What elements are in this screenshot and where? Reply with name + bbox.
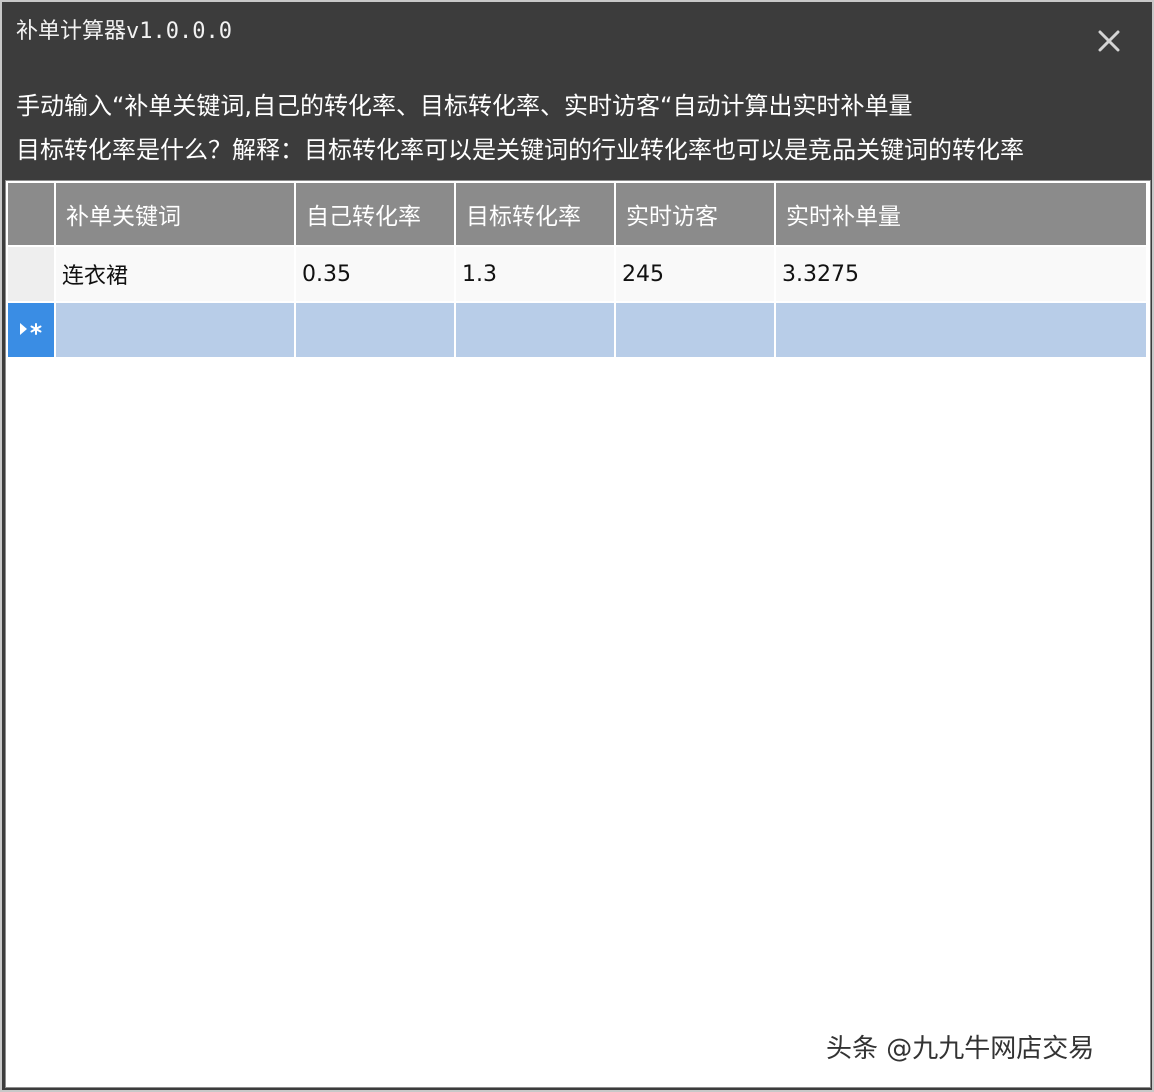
watermark: 头条 @九九牛网店交易 (826, 1034, 1095, 1064)
new-cell-visitors[interactable] (616, 303, 774, 357)
column-header-result[interactable]: 实时补单量 (776, 183, 1146, 245)
row-header-cell[interactable] (8, 247, 54, 301)
grid-table: 补单关键词 自己转化率 目标转化率 实时访客 实时补单量 连衣裙 0.35 1.… (6, 181, 1148, 359)
cell-result[interactable]: 3.3275 (776, 247, 1146, 301)
column-header-visitors[interactable]: 实时访客 (616, 183, 774, 245)
cell-keyword[interactable]: 连衣裙 (56, 247, 294, 301)
column-header-own-rate[interactable]: 自己转化率 (296, 183, 454, 245)
calculator-window: 补单计算器v1.0.0.0 手动输入“补单关键词,自己的转化率、目标转化率、实时… (0, 0, 1154, 1092)
new-row-header-cell[interactable] (8, 303, 54, 357)
corner-header-cell[interactable] (8, 183, 54, 245)
new-cell-target-rate[interactable] (456, 303, 614, 357)
new-row-indicator-icon (20, 322, 42, 335)
cell-visitors[interactable]: 245 (616, 247, 774, 301)
column-header-target-rate[interactable]: 目标转化率 (456, 183, 614, 245)
new-cell-own-rate[interactable] (296, 303, 454, 357)
instruction-line-1: 手动输入“补单关键词,自己的转化率、目标转化率、实时访客“自动计算出实时补单量 (16, 92, 913, 120)
new-row[interactable] (8, 303, 1146, 357)
window-title: 补单计算器v1.0.0.0 (16, 19, 232, 44)
cell-own-rate[interactable]: 0.35 (296, 247, 454, 301)
new-cell-keyword[interactable] (56, 303, 294, 357)
new-cell-result[interactable] (776, 303, 1146, 357)
header-row: 补单关键词 自己转化率 目标转化率 实时访客 实时补单量 (8, 183, 1146, 245)
close-button[interactable] (1094, 26, 1124, 56)
close-icon (1098, 30, 1120, 52)
column-header-keyword[interactable]: 补单关键词 (56, 183, 294, 245)
instruction-line-2: 目标转化率是什么？解释：目标转化率可以是关键词的行业转化率也可以是竞品关键词的转… (16, 136, 1024, 164)
table-row[interactable]: 连衣裙 0.35 1.3 245 3.3275 (8, 247, 1146, 301)
cell-target-rate[interactable]: 1.3 (456, 247, 614, 301)
data-grid[interactable]: 补单关键词 自己转化率 目标转化率 实时访客 实时补单量 连衣裙 0.35 1.… (5, 180, 1151, 1088)
